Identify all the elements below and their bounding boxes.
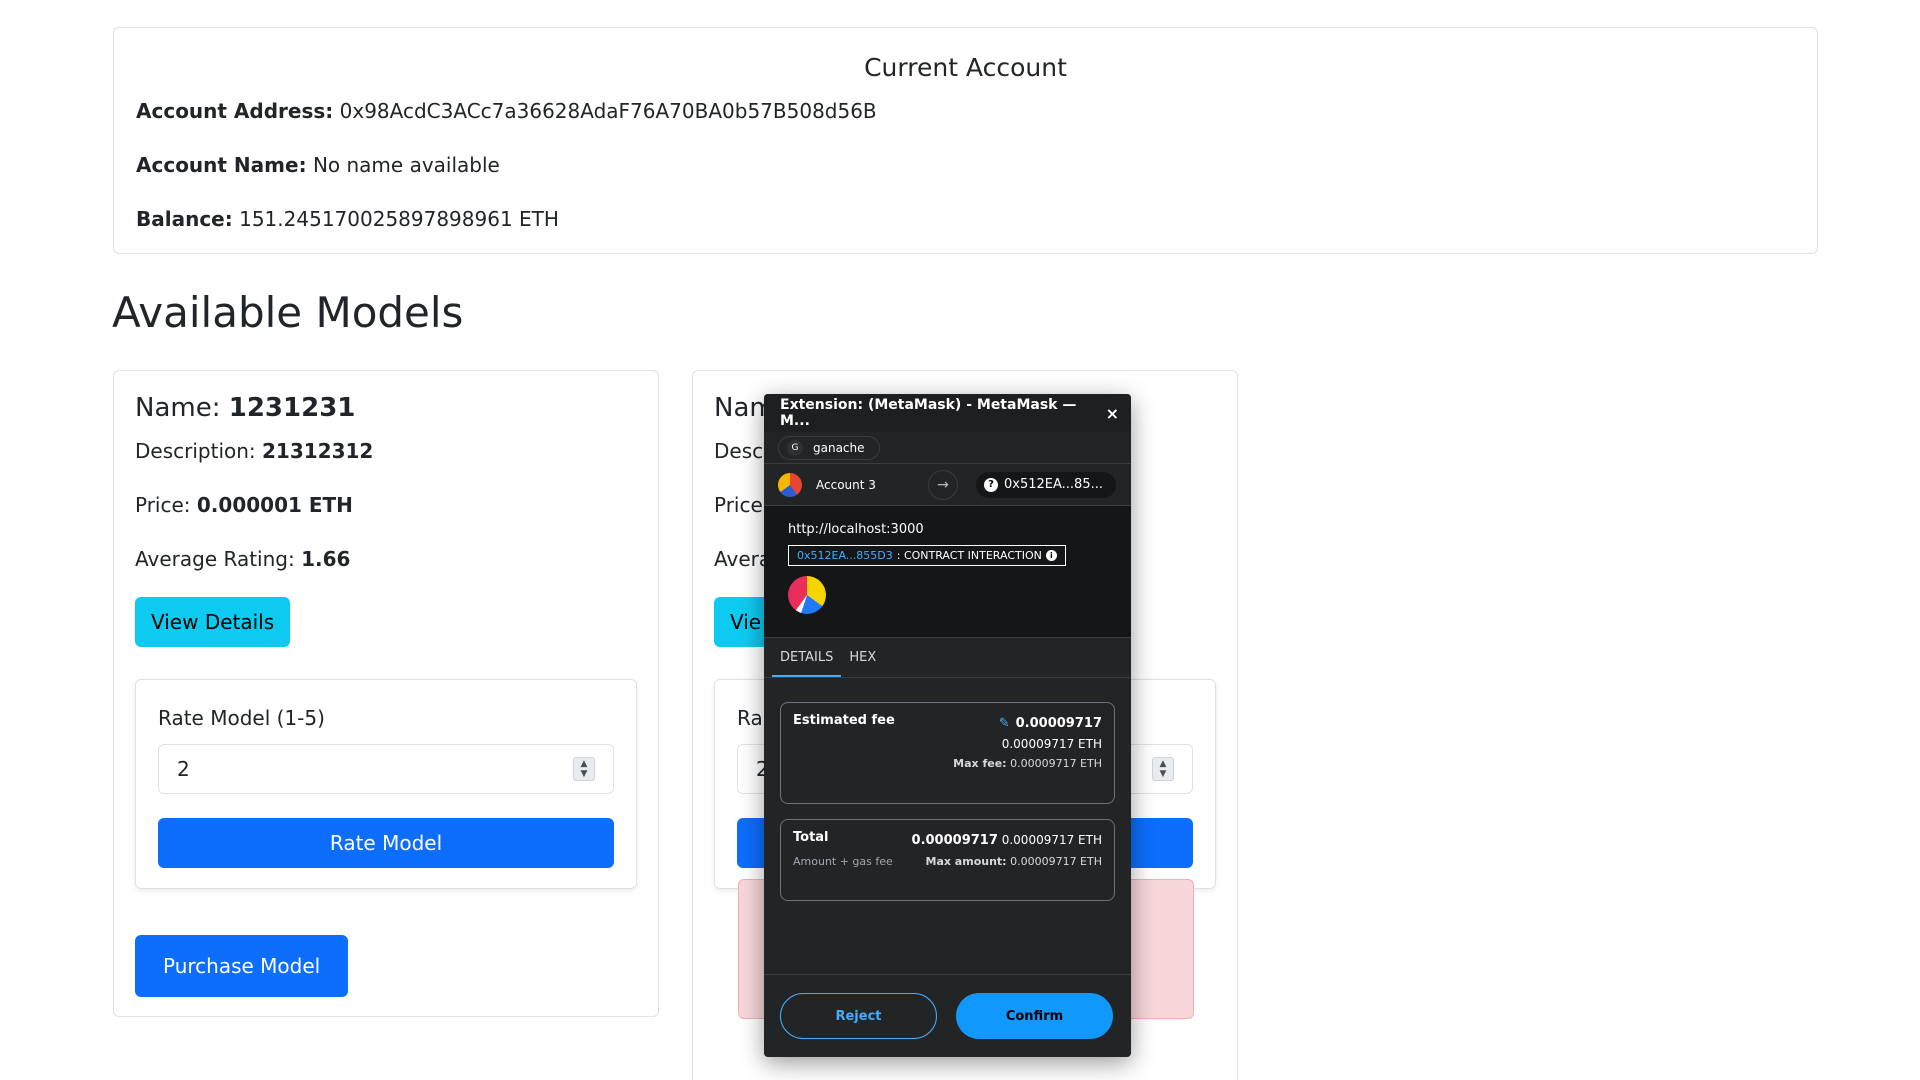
amount-gas-label: Amount + gas fee	[793, 855, 893, 868]
spinner-up-icon[interactable]: ▲	[1153, 759, 1173, 769]
estimated-fee-label: Estimated fee	[793, 713, 895, 728]
spinner-up-icon[interactable]: ▲	[574, 759, 594, 769]
max-fee-value: 0.00009717 ETH	[1010, 757, 1102, 770]
max-fee-label: Max fee:	[953, 757, 1007, 770]
recipient-address[interactable]: ? 0x512EA...85...	[976, 471, 1116, 498]
rating-input-value: 2	[177, 757, 190, 781]
reject-button[interactable]: Reject	[780, 993, 937, 1039]
recipient-address-text: 0x512EA...85...	[1004, 477, 1103, 492]
total-value: 0.00009717	[911, 833, 998, 848]
account-name: Account Name: No name available	[136, 152, 500, 178]
rate-model-button[interactable]: Rate Model	[158, 818, 614, 868]
max-amount-label: Max amount:	[925, 855, 1007, 868]
network-icon: G	[787, 439, 803, 456]
model-name-label: Name:	[135, 393, 221, 423]
network-selector[interactable]: G ganache	[778, 435, 880, 460]
model-description-label: Desc	[714, 439, 764, 463]
models-title: Available Models	[112, 288, 464, 337]
popup-footer: Reject Confirm	[764, 974, 1131, 1057]
popup-titlebar[interactable]: Extension: (MetaMask) - MetaMask — M... …	[764, 394, 1131, 432]
view-details-button[interactable]: View Details	[135, 597, 291, 647]
account-name-value: No name available	[312, 153, 500, 177]
contract-interaction-label: : CONTRACT INTERACTION	[896, 549, 1042, 562]
contract-address[interactable]: 0x512EA...855D3	[797, 549, 893, 562]
spinner-down-icon[interactable]: ▼	[1153, 769, 1173, 779]
close-icon[interactable]: ×	[1106, 404, 1119, 423]
model-name: Name: 1231231	[135, 391, 355, 425]
model-rating-label: Avera	[714, 547, 772, 571]
network-name: ganache	[813, 440, 865, 455]
request-origin-section: http://localhost:3000 0x512EA...855D3 : …	[764, 506, 1131, 638]
rate-model-box: Rate Model (1-5) 2 ▲ ▼ Rate Model	[135, 679, 637, 889]
popup-title: Extension: (MetaMask) - MetaMask — M...	[780, 397, 1077, 429]
total-eth: 0.00009717 ETH	[1001, 833, 1102, 847]
edit-icon[interactable]: ✎	[999, 716, 1010, 731]
model-name-value: 1231231	[228, 393, 356, 423]
arrow-right-icon: →	[928, 469, 958, 500]
max-amount-value: 0.00009717 ETH	[1010, 855, 1102, 868]
tab-hex[interactable]: HEX	[841, 638, 884, 677]
model-rating: Average Rating: 1.66	[135, 545, 350, 573]
spinner-down-icon[interactable]: ▼	[574, 769, 594, 779]
model-price-label: Price:	[135, 493, 191, 517]
account-address-value: 0x98AcdC3ACc7a36628AdaF76A70BA0b57B508d5…	[339, 99, 877, 123]
question-icon: ?	[984, 477, 998, 492]
network-row: G ganache	[764, 432, 1131, 464]
account-balance: Balance: 151.245170025897898961 ETH	[136, 206, 559, 232]
info-icon[interactable]: i	[1045, 550, 1057, 561]
tab-bar: DETAILS HEX	[764, 638, 1131, 678]
model-rating-value: 1.66	[301, 547, 351, 571]
account-balance-value: 151.245170025897898961 ETH	[239, 207, 559, 231]
estimated-fee-value: 0.00009717	[1015, 716, 1102, 731]
account-address: Account Address: 0x98AcdC3ACc7a36628AdaF…	[136, 98, 877, 124]
origin-url: http://localhost:3000	[788, 522, 924, 537]
model-description-value: 21312312	[262, 439, 374, 463]
number-spinner[interactable]: ▲ ▼	[573, 757, 595, 781]
model-price-label: Price	[714, 493, 763, 517]
total-card: Total 0.00009717 0.00009717 ETH Amount +…	[780, 819, 1115, 901]
contract-interaction-badge[interactable]: 0x512EA...855D3 : CONTRACT INTERACTION i	[788, 545, 1066, 566]
sender-account: Account 3	[816, 477, 876, 492]
purchase-model-button[interactable]: Purchase Model	[135, 935, 349, 997]
total-label: Total	[793, 830, 829, 845]
model-card: Name: 1231231 Description: 21312312 Pric…	[113, 370, 659, 1017]
account-address-label: Account Address:	[136, 99, 334, 123]
account-title: Current Account	[864, 53, 1067, 82]
rating-input[interactable]: 2 ▲ ▼	[158, 744, 614, 794]
account-row: Account 3 → ? 0x512EA...85...	[764, 464, 1131, 506]
model-price-value: 0.000001 ETH	[196, 493, 353, 517]
account-name-label: Account Name:	[136, 153, 307, 177]
number-spinner[interactable]: ▲ ▼	[1152, 757, 1174, 781]
account-balance-label: Balance:	[136, 207, 233, 231]
account-avatar	[778, 472, 802, 497]
model-description-label: Description:	[135, 439, 256, 463]
estimated-fee-eth: 0.00009717 ETH	[1001, 737, 1102, 751]
tab-details[interactable]: DETAILS	[772, 638, 842, 677]
metamask-popup: Extension: (MetaMask) - MetaMask — M... …	[764, 394, 1131, 1057]
rate-model-label: Ra	[737, 706, 763, 730]
confirm-button[interactable]: Confirm	[956, 993, 1113, 1039]
model-price: Price: 0.000001 ETH	[135, 491, 353, 519]
model-description: Description: 21312312	[135, 437, 373, 465]
account-card: Current Account Account Address: 0x98Acd…	[113, 27, 1818, 254]
estimated-fee-card: Estimated fee ✎ 0.00009717 0.00009717 ETH…	[780, 702, 1115, 804]
contract-identicon-icon	[788, 576, 826, 614]
model-rating-label: Average Rating:	[135, 547, 295, 571]
rate-model-label: Rate Model (1-5)	[158, 706, 325, 730]
